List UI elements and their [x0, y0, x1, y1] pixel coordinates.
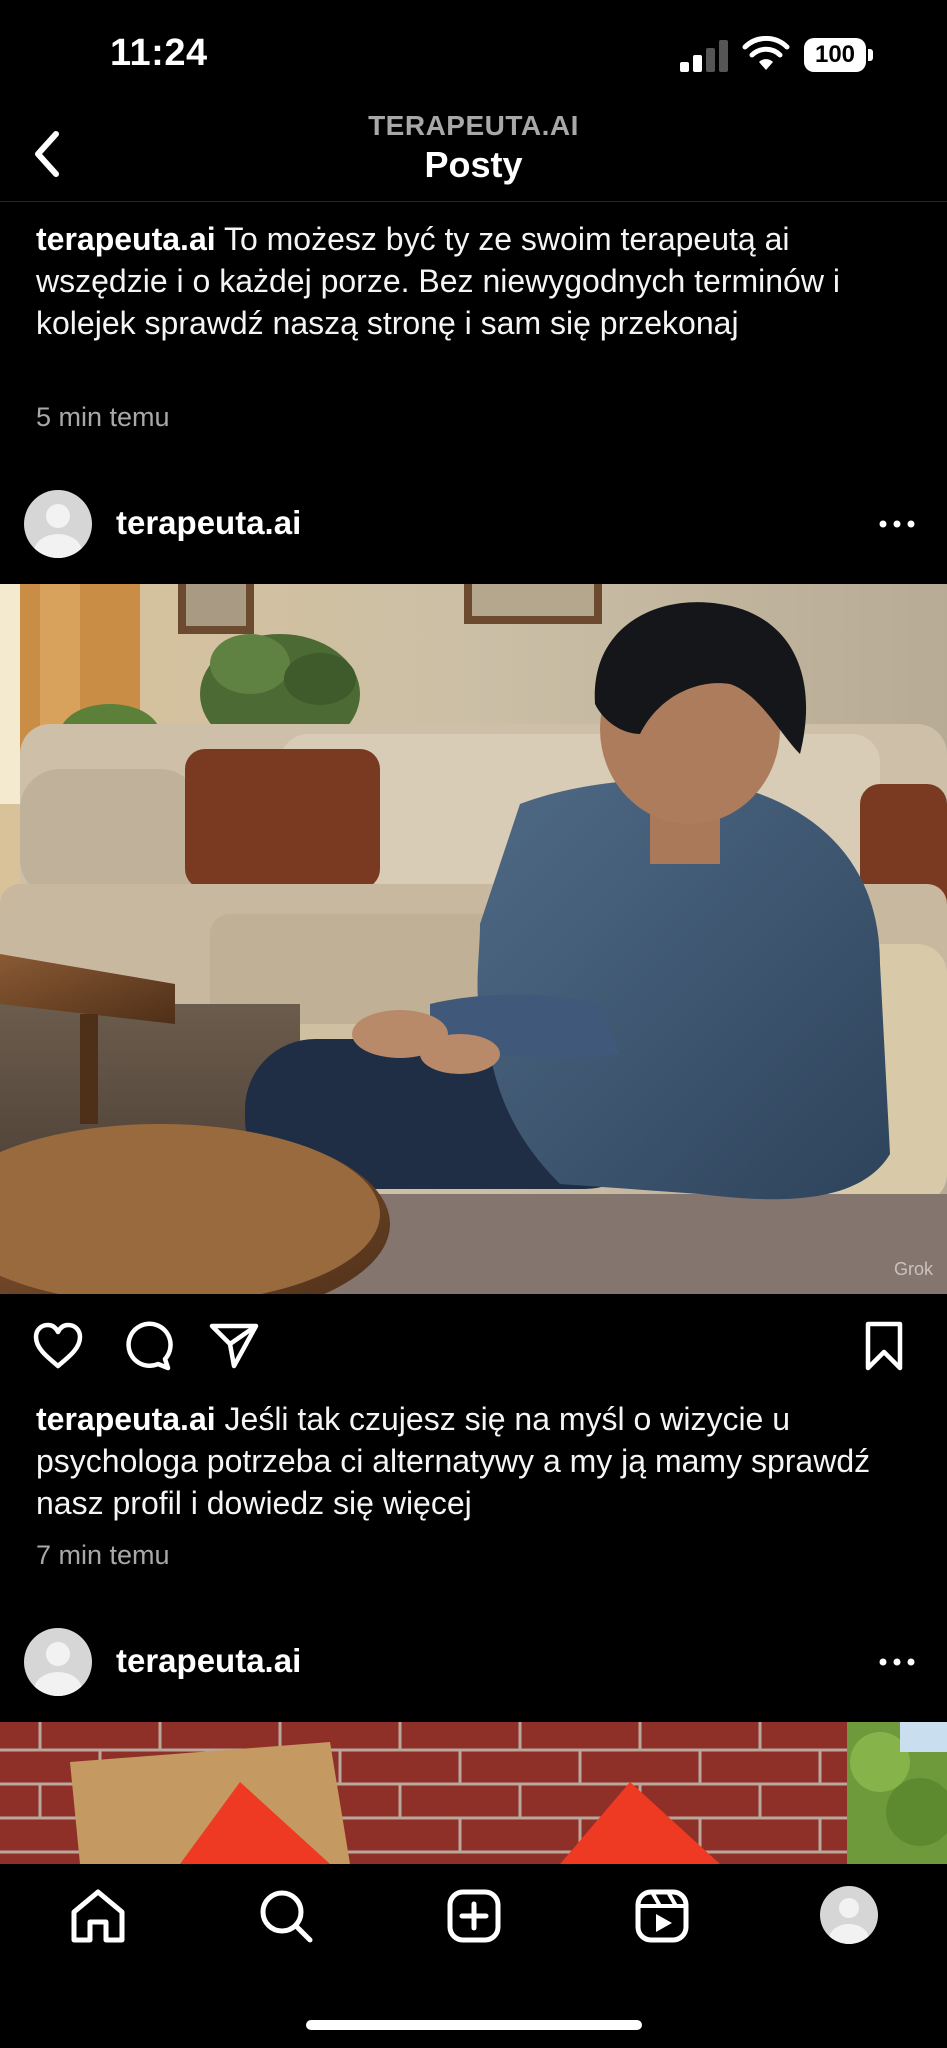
page-title: Posty	[424, 144, 523, 185]
home-indicator[interactable]	[306, 2020, 642, 2030]
caption-username[interactable]: terapeuta.ai	[36, 221, 216, 257]
page-header: TERAPEUTA.AI Posty	[0, 110, 947, 202]
post-actions	[0, 1312, 947, 1382]
heart-icon[interactable]	[30, 1318, 86, 1374]
post-timestamp: 5 min temu	[36, 402, 170, 432]
bookmark-icon[interactable]	[856, 1318, 912, 1374]
post-caption: terapeuta.ai Jeśli tak czujesz się na my…	[36, 1398, 916, 1524]
create-icon[interactable]	[442, 1884, 506, 1948]
battery-indicator: 100	[804, 38, 874, 72]
avatar[interactable]	[24, 1628, 92, 1696]
post-photo-brick-wall	[0, 1722, 947, 1864]
default-avatar-icon	[829, 1898, 869, 1944]
more-horizontal-icon[interactable]	[877, 1648, 917, 1676]
post-username[interactable]: terapeuta.ai	[116, 1642, 301, 1680]
avatar[interactable]	[24, 490, 92, 558]
post-photo-man-on-sofa	[0, 584, 947, 1294]
post-timestamp: 7 min temu	[36, 1540, 170, 1570]
default-avatar-icon	[34, 1642, 82, 1696]
post-image[interactable]	[0, 1722, 947, 1864]
wifi-icon	[742, 36, 790, 70]
cellular-signal-icon	[680, 40, 728, 72]
profile-avatar[interactable]	[820, 1886, 878, 1944]
reels-icon[interactable]	[630, 1884, 694, 1948]
post-header: terapeuta.ai	[0, 474, 947, 574]
status-time: 11:24	[110, 32, 208, 74]
image-watermark: Grok	[893, 1259, 933, 1279]
caption-username[interactable]: terapeuta.ai	[36, 1401, 216, 1437]
search-icon[interactable]	[254, 1884, 318, 1948]
post-caption: terapeuta.ai To możesz być ty ze swoim t…	[36, 218, 916, 344]
battery-tip	[868, 49, 873, 61]
bottom-navigation	[0, 1864, 947, 2048]
home-icon[interactable]	[66, 1884, 130, 1948]
paper-plane-icon[interactable]	[206, 1318, 262, 1374]
comment-icon[interactable]	[118, 1318, 174, 1374]
battery-level: 100	[804, 38, 866, 72]
post-header: terapeuta.ai	[0, 1612, 947, 1712]
more-horizontal-icon[interactable]	[877, 510, 917, 538]
post-image[interactable]: Grok	[0, 584, 947, 1294]
status-bar: 11:24 100	[0, 0, 947, 110]
post-username[interactable]: terapeuta.ai	[116, 504, 301, 542]
default-avatar-icon	[34, 504, 82, 558]
header-account-name: TERAPEUTA.AI	[368, 110, 579, 141]
